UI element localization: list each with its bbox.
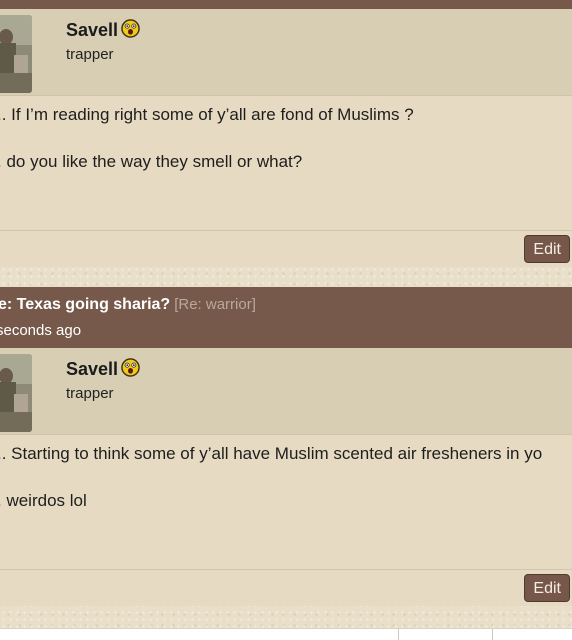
post-author-title: trapper: [66, 46, 114, 63]
forum-post: Savell trapper .. If I’m reading right s…: [0, 9, 572, 267]
post-body: .. Starting to think some of y’all have …: [0, 434, 572, 569]
author-name-link[interactable]: Savell: [66, 359, 118, 379]
post-author-bar: Savell trapper: [0, 9, 572, 95]
post-timestamp: seconds ago: [0, 322, 82, 339]
bottom-toolbar: [0, 628, 572, 640]
toolbar-divider: [398, 629, 399, 640]
avatar-image: [0, 15, 32, 93]
post-author-name[interactable]: Savell: [66, 358, 140, 382]
edit-button[interactable]: Edit: [524, 574, 570, 602]
post-author-title: trapper: [66, 385, 114, 402]
author-name-link[interactable]: Savell: [66, 20, 118, 40]
post-author-bar: Savell trapper: [0, 348, 572, 434]
post-subject[interactable]: e: Texas going sharia? [Re: warrior]: [0, 296, 256, 314]
post-author-name[interactable]: Savell: [66, 19, 140, 43]
post-header: e: Texas going sharia? [Re: warrior] seco…: [0, 287, 572, 348]
post-body: .. If I’m reading right some of y’all ar…: [0, 95, 572, 230]
post-body-line: . do you like the way they smell or what…: [0, 152, 303, 171]
post-body-line: . weirdos lol: [0, 491, 87, 510]
post-footer: Edit: [0, 230, 572, 267]
reply-reference[interactable]: [Re: warrior]: [174, 296, 256, 313]
avatar[interactable]: [0, 354, 32, 432]
previous-post-header-strip: [0, 0, 572, 9]
post-body-line: .. If I’m reading right some of y’all ar…: [0, 105, 414, 124]
shocked-smiley-icon: [121, 19, 140, 43]
toolbar-divider: [492, 629, 493, 640]
post-subject-text[interactable]: e: Texas going sharia?: [0, 296, 170, 313]
post-footer: Edit: [0, 569, 572, 606]
avatar[interactable]: [0, 15, 32, 93]
shocked-smiley-icon: [121, 358, 140, 382]
post-body-line: .. Starting to think some of y’all have …: [0, 444, 543, 463]
forum-post: e: Texas going sharia? [Re: warrior] seco…: [0, 287, 572, 606]
edit-button[interactable]: Edit: [524, 235, 570, 263]
avatar-image: [0, 354, 32, 432]
